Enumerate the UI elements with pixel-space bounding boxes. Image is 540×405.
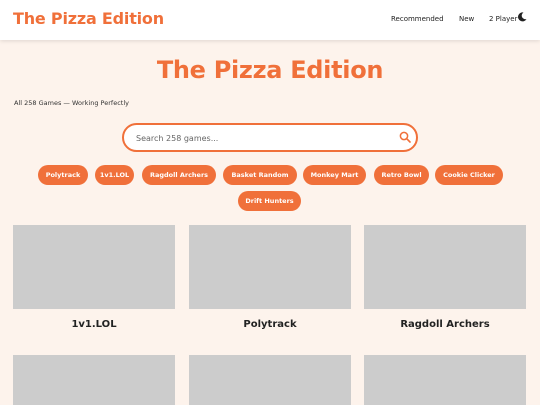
nav-recommended[interactable]: Recommended	[391, 15, 444, 23]
moon-icon[interactable]	[517, 12, 527, 22]
site-logo[interactable]: The Pizza Edition	[13, 9, 164, 28]
chip-polytrack[interactable]: Polytrack	[38, 165, 88, 185]
game-thumbnail[interactable]	[364, 225, 526, 309]
chip-ragdoll-archers[interactable]: Ragdoll Archers	[142, 165, 216, 185]
top-bar: The Pizza Edition Recommended New 2 Play…	[0, 0, 540, 40]
game-title[interactable]: 1v1.LOL	[13, 319, 175, 330]
game-title[interactable]: Polytrack	[189, 319, 351, 330]
page-title: The Pizza Edition	[156, 56, 384, 84]
chip-retro-bowl[interactable]: Retro Bowl	[374, 165, 429, 185]
game-thumbnail[interactable]	[189, 355, 351, 405]
chip-1v1-lol[interactable]: 1v1.LOL	[95, 165, 134, 185]
nav-new[interactable]: New	[459, 15, 474, 23]
game-title[interactable]: Ragdoll Archers	[364, 319, 526, 330]
search-icon[interactable]	[399, 131, 411, 143]
games-count-subtitle: All 258 Games — Working Perfectly	[14, 99, 129, 107]
nav-2-player[interactable]: 2 Player	[489, 15, 517, 23]
game-thumbnail[interactable]	[13, 225, 175, 309]
chip-cookie-clicker[interactable]: Cookie Clicker	[435, 165, 503, 185]
game-thumbnail[interactable]	[13, 355, 175, 405]
game-thumbnail[interactable]	[189, 225, 351, 309]
search-bar[interactable]	[122, 123, 418, 152]
search-input[interactable]	[136, 131, 386, 145]
chip-monkey-mart[interactable]: Monkey Mart	[303, 165, 366, 185]
chip-basket-random[interactable]: Basket Random	[223, 165, 297, 185]
game-thumbnail[interactable]	[364, 355, 526, 405]
chip-drift-hunters[interactable]: Drift Hunters	[238, 191, 301, 211]
